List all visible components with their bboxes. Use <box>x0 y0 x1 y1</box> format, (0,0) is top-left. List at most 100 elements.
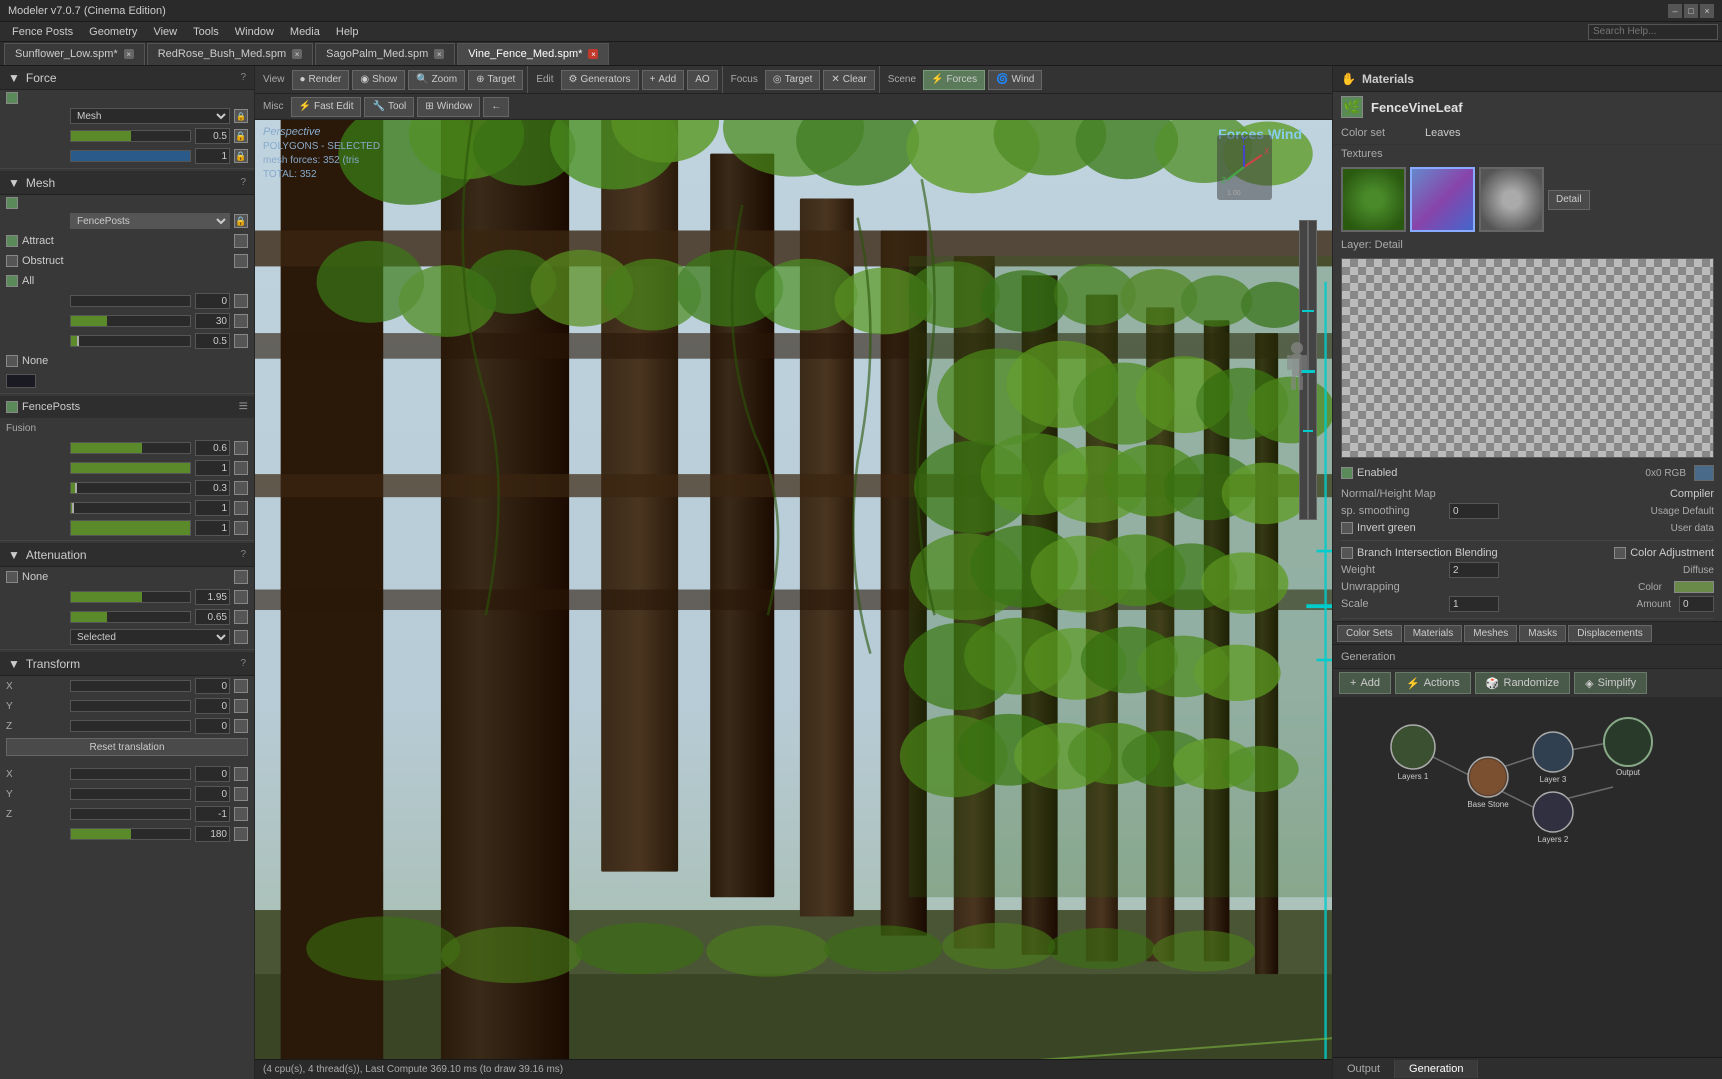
tab-redrose[interactable]: RedRose_Bush_Med.spm × <box>147 43 313 65</box>
texture-thumb-grey[interactable] <box>1479 167 1544 232</box>
viewport[interactable]: Perspective POLYGONS - SELECTED mesh for… <box>255 120 1332 1059</box>
maximize-button[interactable]: □ <box>1684 4 1698 18</box>
amount-input[interactable] <box>1679 596 1714 612</box>
section2-menu-icon[interactable]: ≡ <box>239 398 248 416</box>
force-v2-lock[interactable]: 🔒 <box>234 149 248 163</box>
back-button[interactable]: ← <box>483 97 509 117</box>
menu-view[interactable]: View <box>145 24 185 40</box>
atten-lock[interactable] <box>234 570 248 584</box>
fusion-slider3[interactable] <box>70 482 191 494</box>
tab-vine-fence[interactable]: Vine_Fence_Med.spm* × <box>457 43 609 65</box>
mesh-enabled-checkbox[interactable] <box>6 197 18 209</box>
fv1-lock[interactable] <box>234 441 248 455</box>
mesh-input-30[interactable] <box>195 313 230 329</box>
tx-lock[interactable] <box>234 679 248 693</box>
render-button[interactable]: ● Render <box>292 70 350 90</box>
clear-button[interactable]: ✕ Clear <box>823 70 874 90</box>
displacements-tab[interactable]: Displacements <box>1568 625 1652 642</box>
materials-tab[interactable]: Materials <box>1404 625 1463 642</box>
fusion-input3[interactable] <box>195 480 230 496</box>
force-type-lock[interactable]: 🔒 <box>234 109 248 123</box>
scale-input[interactable] <box>1449 596 1499 612</box>
menu-window[interactable]: Window <box>227 24 282 40</box>
transform-z-input[interactable] <box>195 718 230 734</box>
force-slider2[interactable] <box>70 150 191 162</box>
fusion-slider2[interactable] <box>70 462 191 474</box>
rx-lock[interactable] <box>234 767 248 781</box>
force-value1-input[interactable]: 0.5 <box>195 128 230 144</box>
rv-lock[interactable] <box>234 827 248 841</box>
mesh-slider-0[interactable] <box>70 295 191 307</box>
gen-simplify-button[interactable]: ◈ Simplify <box>1574 672 1647 694</box>
tz-lock[interactable] <box>234 719 248 733</box>
obstruct-lock[interactable] <box>234 254 248 268</box>
detail-button[interactable]: Detail <box>1548 190 1590 210</box>
menu-help[interactable]: Help <box>328 24 367 40</box>
fusion-slider1[interactable] <box>70 442 191 454</box>
mesh-slider-05[interactable] <box>70 335 191 347</box>
texture-thumb-blue[interactable] <box>1410 167 1475 232</box>
atten-input2[interactable] <box>195 609 230 625</box>
fusion-input1[interactable] <box>195 440 230 456</box>
focus-target-button[interactable]: ◎ Target <box>765 70 821 90</box>
force-enabled-checkbox[interactable] <box>6 92 18 104</box>
rot-x-input[interactable] <box>195 766 230 782</box>
texture-thumb-leaf[interactable] <box>1341 167 1406 232</box>
forces-button[interactable]: ⚡ Forces <box>923 70 985 90</box>
fv4-lock[interactable] <box>234 501 248 515</box>
atten-input1[interactable] <box>195 589 230 605</box>
menu-tools[interactable]: Tools <box>185 24 227 40</box>
large-slider[interactable] <box>70 520 191 536</box>
target-button[interactable]: ⊕ Target <box>468 70 523 90</box>
rz-lock[interactable] <box>234 807 248 821</box>
node-graph-area[interactable]: Layers 1 Base Stone Layer 3 Layers 2 Out… <box>1333 697 1722 1057</box>
force-type-dropdown[interactable]: Mesh <box>70 108 230 124</box>
ty-lock[interactable] <box>234 699 248 713</box>
reset-translation-button[interactable]: Reset translation <box>6 738 248 756</box>
transform-z-slider[interactable] <box>70 720 191 732</box>
fusion-input4[interactable] <box>195 500 230 516</box>
tab-close-vine[interactable]: × <box>588 49 598 59</box>
search-help-input[interactable] <box>1588 24 1718 40</box>
generators-button[interactable]: ⚙ Generators <box>561 70 639 90</box>
ls-lock[interactable] <box>234 521 248 535</box>
show-button[interactable]: ◉ Show <box>352 70 405 90</box>
add-button[interactable]: + Add <box>642 70 685 90</box>
force-value2-input[interactable]: 1 <box>195 148 230 164</box>
color-adj-checkbox[interactable] <box>1614 547 1626 559</box>
window-button[interactable]: ⊞ Window <box>417 97 480 117</box>
menu-media[interactable]: Media <box>282 24 328 40</box>
meshes-tab[interactable]: Meshes <box>1464 625 1517 642</box>
menu-fence-posts[interactable]: Fence Posts <box>4 24 81 40</box>
force-v1-lock[interactable]: 🔒 <box>234 129 248 143</box>
mesh-input-05[interactable] <box>195 333 230 349</box>
zoom-button[interactable]: 🔍 Zoom <box>408 70 465 90</box>
atten-slider1[interactable] <box>70 591 191 603</box>
tab-close-sagopalm[interactable]: × <box>434 49 444 59</box>
obstruct-checkbox[interactable] <box>6 255 18 267</box>
weight-input[interactable] <box>1449 562 1499 578</box>
branch-checkbox[interactable] <box>1341 547 1353 559</box>
atten-sel-lock[interactable] <box>234 630 248 644</box>
rgb-swatch[interactable] <box>1694 465 1714 481</box>
rot-val-slider[interactable] <box>70 828 191 840</box>
transform-y-slider[interactable] <box>70 700 191 712</box>
mesh-v0-lock[interactable] <box>234 294 248 308</box>
mesh-slider-30[interactable] <box>70 315 191 327</box>
transform-x-slider[interactable] <box>70 680 191 692</box>
colorsets-tab[interactable]: Color Sets <box>1337 625 1402 642</box>
mesh-target-dropdown[interactable]: FencePosts <box>70 213 230 229</box>
rot-y-input[interactable] <box>195 786 230 802</box>
mesh-section-header[interactable]: ▼ Mesh ? <box>0 171 254 195</box>
fusion-input2[interactable] <box>195 460 230 476</box>
transform-y-input[interactable] <box>195 698 230 714</box>
fenceposts2-checkbox[interactable] <box>6 401 18 413</box>
rot-z-slider[interactable] <box>70 808 191 820</box>
gen-add-button[interactable]: + Add <box>1339 672 1391 694</box>
attenuation-section-header[interactable]: ▼ Attenuation ? <box>0 543 254 567</box>
tool-button[interactable]: 🔧 Tool <box>364 97 414 117</box>
masks-tab[interactable]: Masks <box>1519 625 1566 642</box>
minimize-button[interactable]: – <box>1668 4 1682 18</box>
atten-none-checkbox[interactable] <box>6 571 18 583</box>
all-checkbox[interactable] <box>6 275 18 287</box>
